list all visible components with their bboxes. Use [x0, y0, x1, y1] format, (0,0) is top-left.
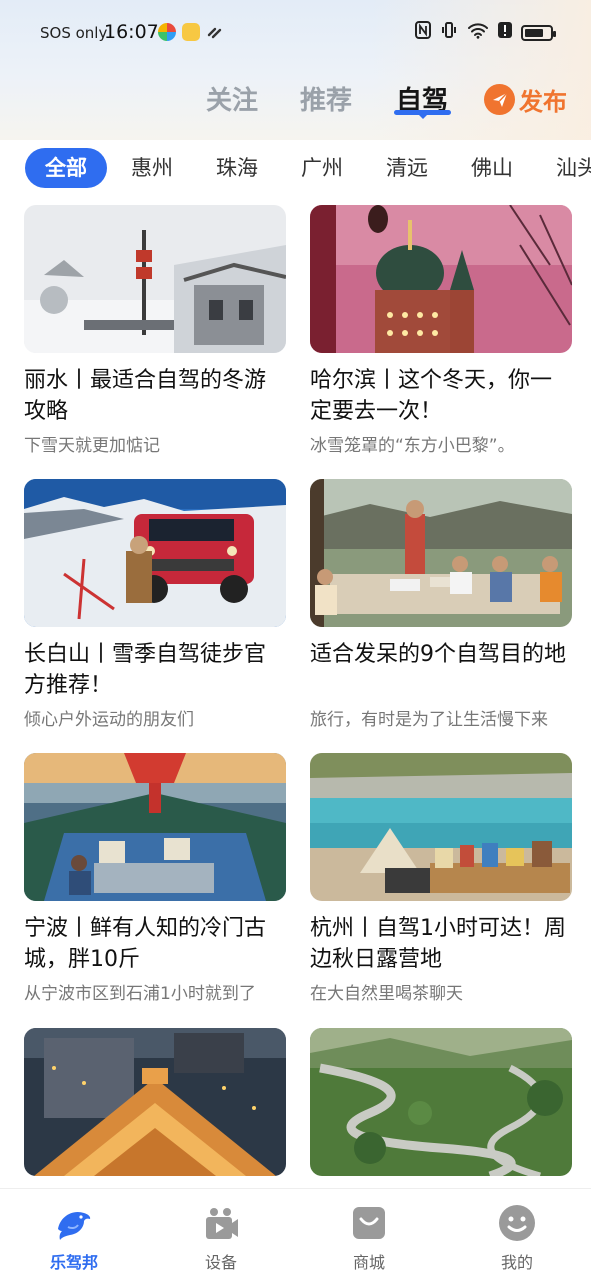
city-chip-qingyuan[interactable]: 清远 — [386, 148, 428, 188]
article-card[interactable] — [310, 1028, 572, 1176]
nav-item-device[interactable]: 设备 — [176, 1203, 266, 1273]
nav-item-home[interactable]: 乐驾邦 — [29, 1203, 119, 1273]
card-subtitle: 从宁波市区到石浦1小时就到了 — [24, 984, 256, 1004]
dolphin-icon — [54, 1203, 94, 1243]
card-subtitle: 在大自然里喝茶聊天 — [310, 984, 463, 1004]
card-subtitle: 冰雪笼罩的“东方小巴黎”。 — [310, 436, 515, 456]
card-image-lakeside-camping — [310, 753, 572, 901]
system-icons — [415, 21, 556, 45]
nav-item-mine[interactable]: 我的 — [472, 1203, 562, 1273]
bottom-navigation: 乐驾邦 设备 商城 我的 — [0, 1188, 591, 1280]
nfc-icon — [415, 21, 431, 45]
card-title: 杭州丨自驾1小时可达！周边秋日露营地 — [310, 916, 566, 972]
card-image-jeep-snow-mountain — [24, 479, 286, 627]
nav-label-device: 设备 — [204, 1253, 237, 1272]
nav-label-mine: 我的 — [500, 1253, 533, 1272]
link-notification-icon — [206, 23, 224, 41]
card-subtitle: 倾心户外运动的朋友们 — [24, 710, 194, 730]
card-subtitle: 下雪天就更加惦记 — [24, 436, 160, 456]
active-tab-caret — [418, 114, 428, 119]
publish-button[interactable]: 发布 — [484, 82, 567, 117]
app-notification-icon — [158, 23, 176, 41]
city-chip-all[interactable]: 全部 — [25, 148, 107, 188]
card-title: 丽水丨最适合自驾的冬游攻略 — [24, 368, 267, 424]
city-chip-foshan[interactable]: 佛山 — [471, 148, 513, 188]
card-subtitle: 旅行，有时是为了让生活慢下来 — [310, 710, 548, 730]
card-image-friends-tea-gathering — [310, 479, 572, 627]
card-image-mountain-winding-road — [310, 1028, 572, 1176]
nav-item-shop[interactable]: 商城 — [324, 1203, 414, 1273]
city-filter-bar: 全部 惠州 珠海 广州 清远 佛山 汕头 — [0, 148, 591, 190]
shop-bag-icon — [349, 1203, 389, 1243]
tab-recommended[interactable]: 推荐 — [300, 80, 352, 117]
city-chip-guangzhou[interactable]: 广州 — [301, 148, 343, 188]
article-card[interactable]: 丽水丨最适合自驾的冬游攻略 下雪天就更加惦记 — [24, 205, 286, 456]
status-bar: SOS only 16:07 — [0, 0, 591, 66]
article-card[interactable]: 杭州丨自驾1小时可达！周边秋日露营地 在大自然里喝茶聊天 — [310, 753, 572, 1004]
wifi-icon — [467, 21, 489, 45]
app-root: SOS only 16:07 关注 推荐 自驾 发布 全部 惠州 珠海 广州 清… — [0, 0, 591, 1280]
card-image-st-sophia-cathedral — [310, 205, 572, 353]
carrier-status: SOS only — [40, 24, 108, 42]
article-card[interactable]: 宁波丨鲜有人知的冷门古城，胖10斤 从宁波市区到石浦1小时就到了 — [24, 753, 286, 1004]
device-icon — [201, 1203, 241, 1243]
city-chip-shantou[interactable]: 汕头 — [556, 148, 591, 188]
article-card[interactable]: 适合发呆的9个自驾目的地 旅行，有时是为了让生活慢下来 — [310, 479, 572, 730]
send-icon — [484, 84, 515, 115]
card-title: 长白山丨雪季自驾徒步官方推荐！ — [24, 642, 267, 698]
tab-following[interactable]: 关注 — [206, 80, 258, 117]
card-image-snow-village — [24, 205, 286, 353]
nav-label-shop: 商城 — [352, 1253, 385, 1272]
card-title: 适合发呆的9个自驾目的地 — [310, 642, 566, 667]
emoji-notification-icon — [182, 23, 200, 41]
nav-label-home: 乐驾邦 — [49, 1253, 98, 1272]
city-chip-huizhou[interactable]: 惠州 — [131, 148, 173, 188]
article-card[interactable]: 长白山丨雪季自驾徒步官方推荐！ 倾心户外运动的朋友们 — [24, 479, 286, 730]
city-chip-zhuhai[interactable]: 珠海 — [216, 148, 258, 188]
publish-label: 发布 — [519, 88, 567, 116]
card-title: 哈尔滨丨这个冬天，你一定要去一次！ — [310, 368, 553, 424]
alert-icon — [498, 21, 512, 45]
card-image-fishing-boat — [24, 753, 286, 901]
card-image-illuminated-pyramid-building — [24, 1028, 286, 1176]
vibrate-icon — [440, 21, 458, 45]
card-title: 宁波丨鲜有人知的冷门古城，胖10斤 — [24, 916, 267, 972]
article-card[interactable]: 哈尔滨丨这个冬天，你一定要去一次！ 冰雪笼罩的“东方小巴黎”。 — [310, 205, 572, 456]
smiley-icon — [497, 1203, 537, 1243]
clock: 16:07 — [104, 21, 159, 43]
battery-icon — [521, 25, 556, 41]
article-card[interactable] — [24, 1028, 286, 1176]
